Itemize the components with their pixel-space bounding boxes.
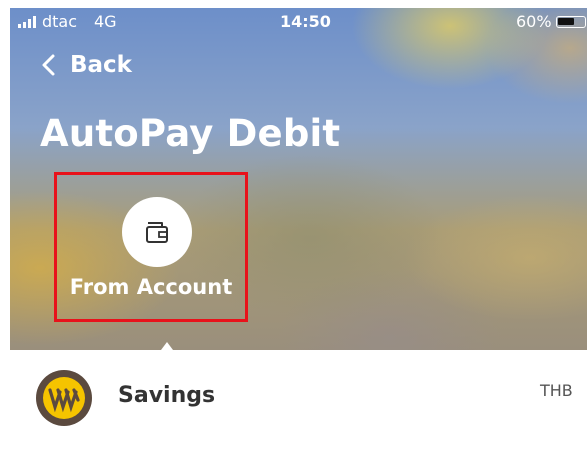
account-row[interactable]: Savings THB xyxy=(10,350,587,455)
wallet-icon-circle xyxy=(122,197,192,267)
status-bar: dtac 4G 14:50 60% xyxy=(10,8,587,36)
signal-strength-icon xyxy=(18,16,36,28)
network-type: 4G xyxy=(94,12,117,31)
krungsri-bank-logo xyxy=(36,370,92,426)
status-time: 14:50 xyxy=(280,12,331,31)
selection-pointer xyxy=(155,342,179,350)
header-banner: dtac 4G 14:50 60% Back AutoPay Debit Fro… xyxy=(10,8,587,350)
chevron-left-icon xyxy=(42,54,55,76)
back-button[interactable]: Back xyxy=(40,52,132,78)
carrier-name: dtac xyxy=(42,12,78,31)
back-label: Back xyxy=(70,52,132,78)
battery-icon xyxy=(556,16,586,28)
page-title: AutoPay Debit xyxy=(40,112,341,155)
wallet-icon xyxy=(146,222,168,243)
from-account-button[interactable]: From Account xyxy=(54,172,248,322)
account-name: Savings xyxy=(118,383,216,408)
battery-percent: 60% xyxy=(516,12,552,31)
from-account-label: From Account xyxy=(69,275,233,299)
account-currency: THB xyxy=(540,381,573,400)
